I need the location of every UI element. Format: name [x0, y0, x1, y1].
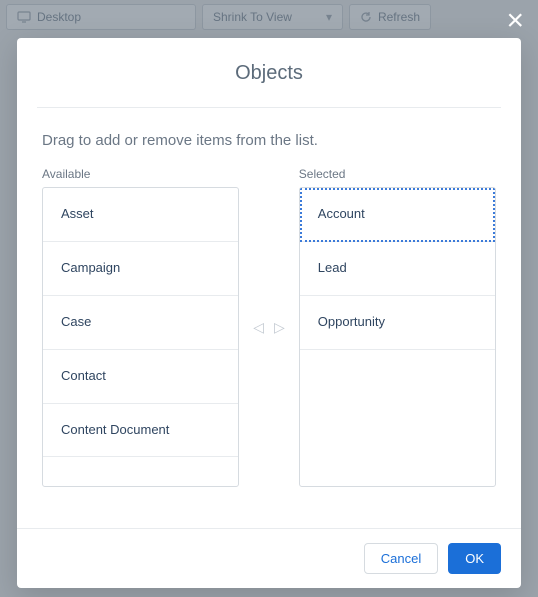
modal-title: Objects	[37, 62, 501, 85]
selected-listbox[interactable]: AccountLeadOpportunity	[299, 187, 496, 487]
list-item[interactable]: Contact	[43, 350, 238, 404]
modal-header: Objects	[37, 38, 501, 108]
close-icon[interactable]: ×	[506, 6, 524, 36]
list-item[interactable]: Campaign	[43, 242, 238, 296]
arrow-right-icon[interactable]: ▷	[274, 319, 285, 336]
modal-footer: Cancel OK	[17, 528, 521, 588]
ok-button[interactable]: OK	[448, 543, 501, 574]
arrow-left-icon[interactable]: ◁	[253, 319, 264, 336]
list-item[interactable]: Asset	[43, 188, 238, 242]
list-item[interactable]: Account	[300, 188, 495, 242]
list-item[interactable]: Lead	[300, 242, 495, 296]
available-column: Available AssetCampaignCaseContactConten…	[42, 167, 239, 487]
available-label: Available	[42, 167, 239, 181]
cancel-button[interactable]: Cancel	[364, 543, 438, 574]
objects-modal: Objects Drag to add or remove items from…	[17, 38, 521, 588]
dual-list-picker: Available AssetCampaignCaseContactConten…	[42, 167, 496, 487]
arrow-controls: ◁ ▷	[253, 167, 285, 487]
list-item[interactable]: Opportunity	[300, 296, 495, 350]
list-item[interactable]: Content Document	[43, 404, 238, 458]
instruction-text: Drag to add or remove items from the lis…	[42, 132, 496, 149]
selected-label: Selected	[299, 167, 496, 181]
modal-body: Drag to add or remove items from the lis…	[17, 108, 521, 528]
available-listbox[interactable]: AssetCampaignCaseContactContent Document	[42, 187, 239, 487]
selected-column: Selected AccountLeadOpportunity	[299, 167, 496, 487]
list-item[interactable]: Case	[43, 296, 238, 350]
